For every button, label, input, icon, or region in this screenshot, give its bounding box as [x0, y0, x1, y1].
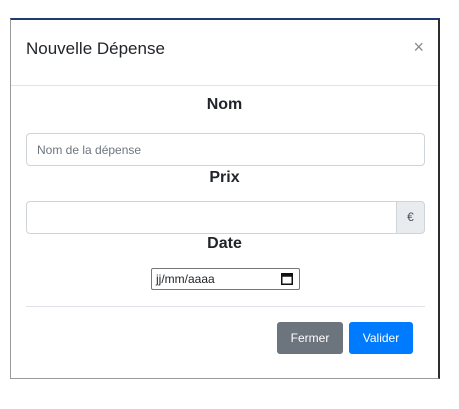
close-button[interactable]: Fermer	[277, 322, 343, 354]
price-input-group: €	[26, 201, 425, 234]
price-input[interactable]	[26, 201, 397, 234]
calendar-icon[interactable]	[281, 272, 293, 285]
submit-button[interactable]: Valider	[349, 322, 413, 354]
date-placeholder: jj/mm/aaaa	[156, 272, 215, 286]
currency-addon: €	[396, 201, 425, 234]
price-label: Prix	[209, 169, 240, 186]
expense-name-input[interactable]	[26, 133, 425, 166]
date-input[interactable]: jj/mm/aaaa	[151, 268, 300, 290]
modal-title: Nouvelle Dépense	[26, 39, 165, 58]
modal-header: Nouvelle Dépense ×	[11, 20, 438, 86]
date-label: Date	[207, 235, 242, 252]
name-label: Nom	[206, 96, 243, 113]
new-expense-modal: Nouvelle Dépense × Nom Prix € Date jj/mm…	[10, 18, 440, 379]
close-icon[interactable]: ×	[413, 38, 424, 56]
footer-divider	[26, 306, 425, 307]
